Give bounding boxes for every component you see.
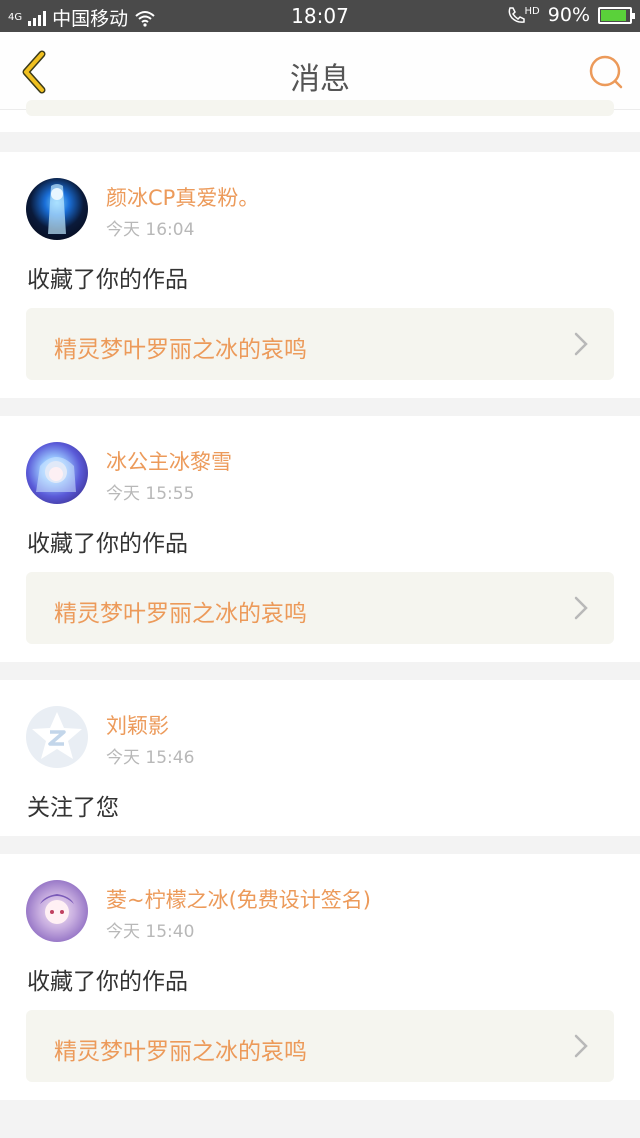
user-name-link[interactable]: 颜冰CP真爱粉。: [106, 182, 259, 212]
avatar[interactable]: [26, 706, 88, 768]
avatar-figure-icon: [48, 184, 66, 234]
work-link-box[interactable]: 精灵梦叶罗丽之冰的哀鸣: [26, 572, 614, 644]
status-bar: 4G 中国移动 18:07 HD 90%: [0, 0, 640, 32]
battery-percent: 90%: [547, 4, 590, 26]
chevron-right-icon: [574, 1034, 588, 1058]
work-title: 精灵梦叶罗丽之冰的哀鸣: [54, 601, 307, 627]
qzone-icon: [32, 712, 82, 759]
user-name-link[interactable]: 菱~柠檬之冰(免费设计签名): [106, 884, 371, 914]
phone-hd-icon: HD: [507, 6, 540, 24]
page-title: 消息: [290, 62, 350, 97]
message-feed: 颜冰CP真爱粉。 今天 16:04 收藏了你的作品 精灵梦叶罗丽之冰的哀鸣 冰公…: [0, 152, 640, 1118]
chevron-right-icon: [574, 596, 588, 620]
message-card: 冰公主冰黎雪 今天 15:55 收藏了你的作品 精灵梦叶罗丽之冰的哀鸣: [0, 416, 640, 662]
work-link-box[interactable]: 精灵梦叶罗丽之冰的哀鸣: [26, 1010, 614, 1082]
avatar-figure-icon: [36, 457, 76, 492]
work-title: 精灵梦叶罗丽之冰的哀鸣: [54, 337, 307, 363]
battery-icon: [598, 6, 635, 24]
message-action: 收藏了你的作品: [27, 531, 188, 557]
avatar[interactable]: [26, 178, 88, 240]
avatar-figure-icon: [40, 894, 74, 924]
message-time: 今天 16:04: [106, 220, 195, 240]
message-action: 关注了您: [27, 795, 119, 821]
avatar[interactable]: [26, 442, 88, 504]
message-action: 收藏了你的作品: [27, 267, 188, 293]
message-time: 今天 15:40: [106, 922, 195, 942]
user-name-link[interactable]: 刘颖影: [106, 710, 169, 740]
chevron-right-icon: [574, 332, 588, 356]
message-time: 今天 15:46: [106, 748, 195, 768]
message-card: 菱~柠檬之冰(免费设计签名) 今天 15:40 收藏了你的作品 精灵梦叶罗丽之冰…: [0, 854, 640, 1100]
message-card: 刘颖影 今天 15:46 关注了您: [0, 680, 640, 836]
previous-card-edge: [0, 100, 640, 132]
work-title: 精灵梦叶罗丽之冰的哀鸣: [54, 1039, 307, 1065]
call-tag: HD: [524, 6, 540, 17]
user-name-link[interactable]: 冰公主冰黎雪: [106, 446, 232, 476]
status-right: HD 90%: [507, 4, 635, 26]
avatar[interactable]: [26, 880, 88, 942]
previous-work-box-edge: [26, 100, 614, 116]
search-icon[interactable]: [588, 54, 624, 90]
work-link-box[interactable]: 精灵梦叶罗丽之冰的哀鸣: [26, 308, 614, 380]
message-time: 今天 15:55: [106, 484, 195, 504]
message-card: 颜冰CP真爱粉。 今天 16:04 收藏了你的作品 精灵梦叶罗丽之冰的哀鸣: [0, 152, 640, 398]
message-action: 收藏了你的作品: [27, 969, 188, 995]
nav-bar: 消息: [0, 32, 640, 110]
